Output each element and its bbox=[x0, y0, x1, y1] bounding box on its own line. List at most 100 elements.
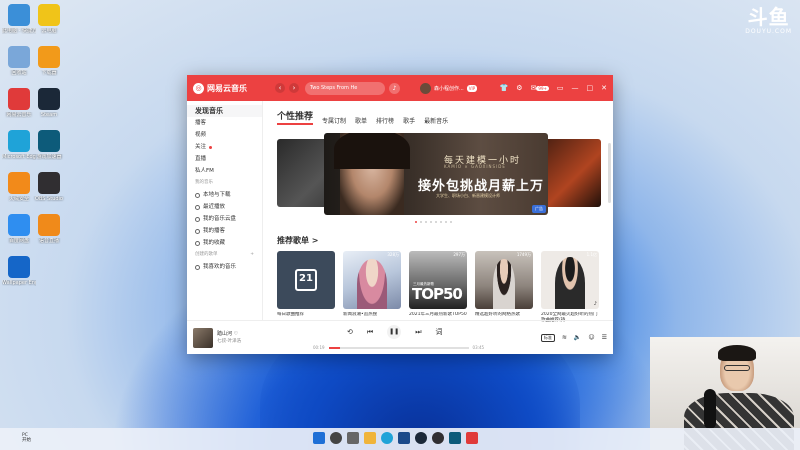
song-title[interactable]: 踏山河 bbox=[217, 331, 232, 337]
carousel-dot[interactable] bbox=[445, 221, 447, 223]
desktop-icon[interactable]: Wallpaper Engine bbox=[2, 256, 36, 286]
search-icon[interactable] bbox=[330, 432, 342, 444]
playlist-cover[interactable]: 三月最热新歌 TOP50 297万 bbox=[409, 251, 467, 309]
pause-button[interactable]: ❚❚ bbox=[387, 325, 402, 339]
minimize-icon[interactable]: — bbox=[572, 84, 579, 92]
sidebar-item[interactable]: 我喜欢的音乐 bbox=[187, 261, 262, 273]
volume-icon[interactable]: 🔈 bbox=[574, 334, 581, 341]
obs-icon[interactable] bbox=[432, 432, 444, 444]
next-icon[interactable]: ⏭ bbox=[415, 328, 421, 337]
like-icon[interactable]: ♡ bbox=[234, 331, 238, 337]
carousel-dot[interactable] bbox=[435, 221, 437, 223]
playlist-card[interactable]: ♪ 1.1亿 2020全网最火超好听的热门歌曲推荐(持... bbox=[541, 251, 599, 324]
sidebar-item-label: 我的收藏 bbox=[203, 240, 226, 246]
desktop-icon[interactable]: 游戏加速器 bbox=[32, 130, 66, 160]
avatar[interactable] bbox=[420, 82, 431, 94]
listen-together-icon[interactable]: ☺ bbox=[588, 334, 594, 341]
loop-icon[interactable]: ⟲ bbox=[347, 328, 353, 336]
playlist-cover[interactable]: 1749万 bbox=[475, 251, 533, 309]
lyrics-icon[interactable]: 词 bbox=[436, 327, 443, 337]
desktop-icon-label: 云电脑 bbox=[41, 28, 57, 34]
playlist-card[interactable]: 328万 新闻浪潮•追热搜 bbox=[343, 251, 401, 324]
carousel-dot[interactable] bbox=[420, 221, 422, 223]
sidebar-item[interactable]: 我的收藏 bbox=[187, 237, 262, 249]
add-playlist-icon[interactable]: + bbox=[250, 249, 254, 261]
desktop-icon[interactable]: Steam bbox=[32, 88, 66, 118]
sidebar-item[interactable]: 我的播客 bbox=[187, 225, 262, 237]
carousel-dot[interactable] bbox=[425, 221, 427, 223]
steam-icon[interactable] bbox=[415, 432, 427, 444]
now-playing-cover[interactable] bbox=[193, 327, 213, 348]
edge-icon[interactable] bbox=[381, 432, 393, 444]
tab[interactable]: 歌手 bbox=[403, 116, 415, 125]
playlist-card[interactable]: 三月最热新歌 TOP50 297万 2021年三月最热新歌TOP50 bbox=[409, 251, 467, 324]
maximize-icon[interactable]: □ bbox=[587, 84, 594, 92]
previous-icon[interactable]: ⏮ bbox=[367, 328, 373, 337]
desktop-icon[interactable]: OBS Studio bbox=[32, 172, 66, 202]
banner-ad[interactable]: 每天建模一小时 KAMIO × GAOXINSIDE 接外包挑战月薪上万 大学生… bbox=[324, 133, 548, 215]
skin-icon[interactable]: 👕 bbox=[500, 84, 509, 92]
playlist-cover[interactable]: 21 bbox=[277, 251, 335, 309]
search-input[interactable]: Two Steps From He bbox=[305, 81, 385, 95]
playlist-cover[interactable]: ♪ 1.1亿 bbox=[541, 251, 599, 309]
close-icon[interactable]: ✕ bbox=[601, 84, 607, 92]
carousel-dot[interactable] bbox=[440, 221, 442, 223]
microphone-icon[interactable]: ♪ bbox=[389, 82, 400, 94]
clock-icon bbox=[195, 204, 200, 210]
sidebar-item[interactable]: 我的音乐云盘 bbox=[187, 213, 262, 225]
app-logo[interactable]: ◎ 网易云音乐 bbox=[193, 82, 247, 94]
sidebar-item[interactable]: 最近播放 bbox=[187, 201, 262, 213]
mini-mode-icon[interactable]: ▭ bbox=[557, 84, 564, 92]
back-icon[interactable]: ‹ bbox=[275, 83, 285, 93]
recommended-playlists-title[interactable]: 推荐歌单 > bbox=[277, 235, 599, 246]
carousel-dot[interactable] bbox=[430, 221, 432, 223]
desktop-icon[interactable]: 网易云音乐 bbox=[2, 88, 36, 118]
tab[interactable]: 歌单 bbox=[355, 116, 367, 125]
desktop-icon[interactable]: 此电脑 - 快捷方式 bbox=[2, 4, 36, 34]
sidebar-item[interactable]: 播客 bbox=[187, 117, 262, 129]
sidebar-item[interactable]: 私人FM bbox=[187, 165, 262, 177]
playlist-queue-icon[interactable]: ☰ bbox=[602, 334, 607, 341]
messages-icon[interactable]: ✉ 99+ bbox=[531, 84, 549, 92]
sidebar-item[interactable]: 视频 bbox=[187, 129, 262, 141]
settings-icon[interactable]: ⚙ bbox=[516, 84, 522, 92]
carousel-dot[interactable] bbox=[450, 221, 452, 223]
forward-icon[interactable]: › bbox=[289, 83, 299, 93]
desktop-icon[interactable]: 下载器 bbox=[32, 46, 66, 76]
tab[interactable]: 个性推荐 bbox=[277, 109, 314, 125]
tab[interactable]: 专属订制 bbox=[322, 116, 346, 125]
file-explorer-icon[interactable] bbox=[364, 432, 376, 444]
sidebar-item[interactable]: 直播 bbox=[187, 153, 262, 165]
desktop-icon[interactable]: 火绒安全 bbox=[2, 172, 36, 202]
play-count: 1.1亿 bbox=[586, 252, 597, 257]
progress-bar[interactable] bbox=[328, 346, 469, 349]
playlist-card[interactable]: 21 每日歌曲推荐 bbox=[277, 251, 335, 324]
song-artist[interactable]: 七叔-叶泽浩 bbox=[217, 338, 241, 346]
desktop-icon[interactable]: 云电脑 bbox=[32, 4, 66, 34]
sidebar-item[interactable]: 发现音乐 bbox=[187, 105, 262, 117]
tab[interactable]: 排行榜 bbox=[376, 116, 394, 125]
playlist-cover[interactable]: 328万 bbox=[343, 251, 401, 309]
scrollbar[interactable] bbox=[608, 143, 611, 203]
sidebar-item[interactable]: 关注 bbox=[187, 141, 262, 153]
tab[interactable]: 最新音乐 bbox=[424, 116, 448, 125]
game-accelerator-icon[interactable] bbox=[449, 432, 461, 444]
sidebar-item[interactable]: 本地与下载 bbox=[187, 189, 262, 201]
task-view-icon[interactable] bbox=[347, 432, 359, 444]
vip-badge[interactable]: VIP bbox=[466, 84, 478, 92]
user-profile[interactable]: 森小程创作... VIP bbox=[420, 82, 478, 94]
start-icon[interactable] bbox=[313, 432, 325, 444]
carousel-dot[interactable] bbox=[415, 221, 417, 223]
app-icon bbox=[38, 172, 60, 194]
desktop-icon[interactable]: 语音直播 bbox=[32, 214, 66, 244]
playlist-card[interactable]: 1749万 精选超好听的网络热歌 bbox=[475, 251, 533, 324]
sound-effect-icon[interactable]: ≋ bbox=[562, 334, 567, 341]
desktop-icon[interactable]: 百度网盘 bbox=[2, 214, 36, 244]
store-icon[interactable] bbox=[398, 432, 410, 444]
desktop-icon[interactable]: Microsoft Edge bbox=[2, 130, 36, 160]
user-name[interactable]: 森小程创作... bbox=[434, 85, 464, 92]
netease-music-taskbar-icon[interactable] bbox=[466, 432, 478, 444]
desktop-icon[interactable]: 回收站 bbox=[2, 46, 36, 76]
quality-button[interactable]: 标准 bbox=[540, 333, 555, 342]
taskbar-weather[interactable]: PC 开始 bbox=[22, 433, 31, 443]
